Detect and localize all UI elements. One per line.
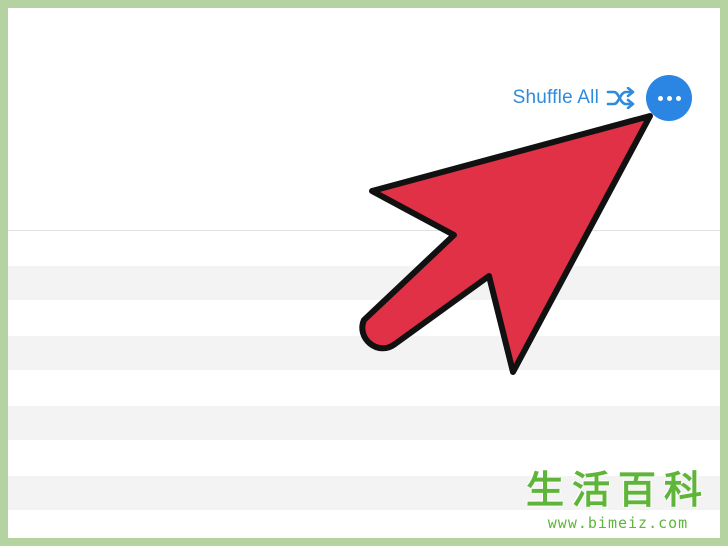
- ellipsis-icon: [657, 95, 681, 101]
- shuffle-all-button[interactable]: Shuffle All: [513, 87, 636, 109]
- watermark-title: 生活百科: [525, 468, 710, 512]
- app-window: Shuffle All 生活百科 www.bimeiz.com: [8, 8, 720, 538]
- watermark: 生活百科 www.bimeiz.com: [526, 459, 710, 532]
- list-row-stripe: [8, 406, 720, 440]
- watermark-url: www.bimeiz.com: [547, 514, 689, 532]
- list-row-stripe: [8, 336, 720, 370]
- shuffle-icon: [606, 87, 636, 109]
- header-divider: [8, 230, 720, 231]
- list-row-stripe: [8, 266, 720, 300]
- toolbar: Shuffle All: [513, 75, 692, 121]
- shuffle-all-label: Shuffle All: [512, 87, 599, 108]
- more-options-button[interactable]: [646, 75, 692, 121]
